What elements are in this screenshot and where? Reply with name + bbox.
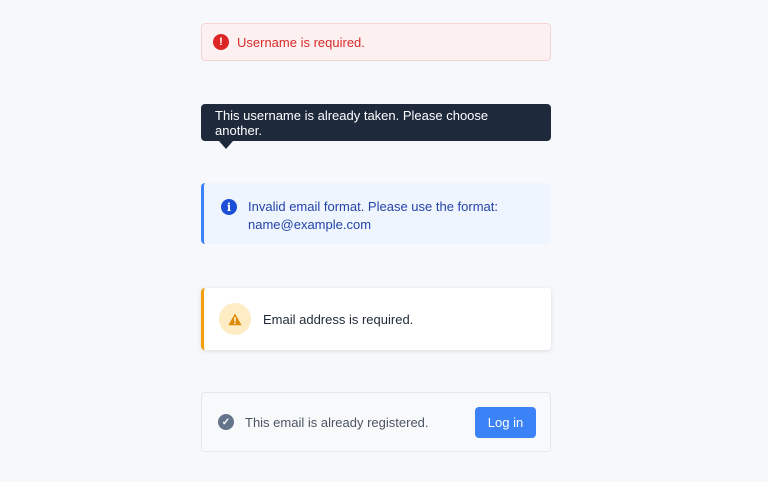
email-required-message: Email address is required. [263,311,414,327]
invalid-email-message: Invalid email format. Please use the for… [248,199,499,232]
email-required-alert: Email address is required. [201,288,551,350]
exclamation-circle-icon: ! [213,34,229,50]
invalid-email-alert: i Invalid email format. Please use the f… [201,183,551,244]
info-circle-icon: i [221,199,237,215]
username-required-alert: ! Username is required. [201,23,551,61]
username-taken-tooltip: This username is already taken. Please c… [201,104,551,149]
username-taken-message: This username is already taken. Please c… [215,107,489,138]
email-registered-message: This email is already registered. [245,414,429,430]
warning-triangle-icon [219,303,251,335]
tooltip-arrow [219,141,233,149]
email-registered-notice: ✓ This email is already registered. Log … [201,392,551,452]
username-required-message: Username is required. [237,34,365,50]
check-circle-icon: ✓ [218,414,234,430]
login-button[interactable]: Log in [475,406,536,438]
